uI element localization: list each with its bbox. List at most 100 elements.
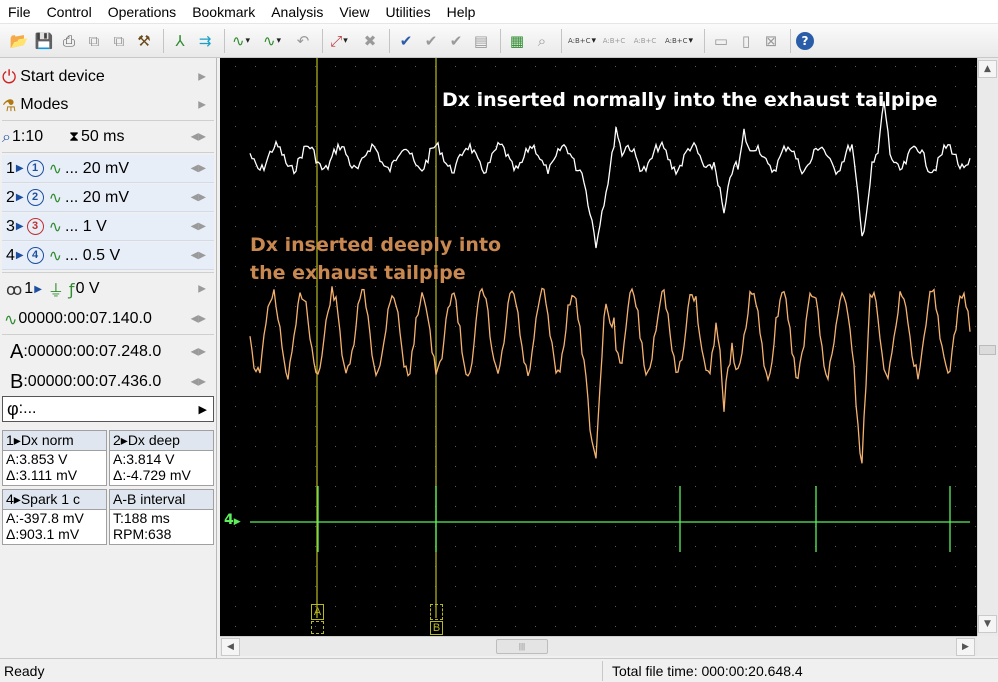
oscilloscope-display[interactable]: Dx inserted normally into the exhaust ta… — [220, 58, 977, 636]
open-icon[interactable]: 📂 — [8, 30, 30, 52]
menu-control[interactable]: Control — [39, 0, 100, 24]
toolbar-separator — [704, 28, 705, 53]
status-bar: Ready Total file time: 000:00:20.648.4 — [0, 658, 998, 682]
sensitivity-adjust-icon[interactable]: ◀▶ — [191, 250, 206, 261]
check2-icon[interactable]: ✔ — [420, 30, 442, 52]
measure-box-3[interactable]: 4▸Spark 1 c A:-397.8 mV Δ:903.1 mV — [2, 489, 107, 545]
trigger-row[interactable]: ꝏ 1 ▶ ⏚ ƒ 0 V ▶ — [2, 276, 214, 302]
help-icon[interactable]: ? — [796, 31, 814, 50]
scroll-right-button[interactable]: ▶ — [956, 638, 975, 656]
paste-icon[interactable]: ⧉ — [108, 30, 130, 52]
menu-file[interactable]: File — [0, 0, 39, 24]
sensitivity-adjust-icon[interactable]: ◀▶ — [191, 221, 206, 232]
menu-bar: File Control Operations Bookmark Analysis Vie… — [0, 0, 998, 24]
menu-bookmark[interactable]: Bookmark — [184, 0, 263, 24]
measure-box-2[interactable]: 2▸Dx deep A:3.814 V Δ:-4.729 mV — [109, 430, 214, 486]
menu-operations[interactable]: Operations — [100, 0, 184, 24]
cursor-b-handle-top — [430, 604, 443, 620]
marker-icon[interactable]: ⇉ — [194, 30, 216, 52]
cursor-b-handle[interactable]: B — [430, 621, 443, 635]
measure-value: RPM:638 — [113, 526, 172, 542]
cursor-icon[interactable]: ⅄ — [169, 30, 191, 52]
menu-help[interactable]: Help — [439, 0, 484, 24]
menu-view[interactable]: View — [331, 0, 377, 24]
measure-box-1[interactable]: 1▸Dx norm A:3.853 V Δ:3.111 mV — [2, 430, 107, 486]
tool-icon[interactable]: ⚒ — [133, 30, 155, 52]
toolbar-separator — [389, 28, 390, 53]
sensitivity-adjust-icon[interactable]: ◀▶ — [191, 192, 206, 203]
status-ready: Ready — [4, 663, 45, 679]
timebase-value[interactable]: 50 ms — [81, 128, 125, 146]
scroll-left-button[interactable]: ◀ — [221, 638, 240, 656]
adjust-icon[interactable]: ◀▶ — [191, 314, 206, 325]
channel-1-trace — [249, 101, 971, 249]
adjust-icon[interactable]: ◀▶ — [191, 132, 206, 143]
cursor-a-handle[interactable]: A — [311, 604, 324, 620]
sensitivity-adjust-icon[interactable]: ◀▶ — [191, 163, 206, 174]
channel-disabled-icon: 3 — [26, 218, 44, 235]
expand-icon[interactable]: ▶ — [199, 403, 207, 416]
adjust-icon[interactable]: ◀▶ — [191, 377, 206, 388]
channel-2-trace — [249, 286, 971, 464]
cursor-a-row[interactable]: A :00000:00:07.248.0 ◀▶ — [2, 338, 214, 366]
print-icon[interactable]: ⎙ — [58, 30, 80, 52]
channel-wave-icon[interactable]: ∿ — [230, 30, 252, 52]
channel-4-row[interactable]: 4 ▶ 4 ∿ ... 0.5 V ◀▶ — [2, 242, 214, 270]
abc-run-icon[interactable]: A:B+C — [662, 30, 696, 52]
annotation-deep-line1: Dx inserted deeply into — [250, 234, 502, 256]
abc2-icon[interactable]: A:B+C — [600, 30, 628, 52]
check3-icon[interactable]: ✔ — [445, 30, 467, 52]
channel-4-trace — [250, 486, 970, 552]
zoom-icon[interactable]: ⤢ — [328, 30, 350, 52]
channel-1-row[interactable]: 1 ▶ 1 ∿ ... 20 mV ◀▶ — [2, 155, 214, 183]
delete-icon[interactable]: ✖ — [359, 30, 381, 52]
timebase-icon: ⧗ — [69, 129, 79, 145]
measure-icon[interactable]: ∿ — [261, 30, 283, 52]
channel-2-value: ... 20 mV — [65, 188, 130, 206]
cursor-b-value: :00000:00:07.436.0 — [23, 373, 162, 390]
channel-4-marker[interactable]: 4▶ — [224, 512, 241, 528]
monitor-icon[interactable]: ▭ — [710, 30, 732, 52]
page-icon[interactable]: ▤ — [470, 30, 492, 52]
scroll-corner — [977, 636, 998, 656]
search-icon[interactable]: ⌕ — [531, 30, 553, 52]
check-icon[interactable]: ✔ — [395, 30, 417, 52]
waveform-icon: ∿ — [48, 217, 63, 236]
undo-icon[interactable]: ↶ — [292, 30, 314, 52]
cursor-a-value: :00000:00:07.248.0 — [23, 343, 162, 360]
abc-icon[interactable]: A:B+C — [567, 30, 597, 52]
copy-icon[interactable]: ⧉ — [83, 30, 105, 52]
measure-value: Δ:3.111 mV — [6, 467, 78, 483]
annotation-normal: Dx inserted normally into the exhaust ta… — [442, 89, 938, 111]
scroll-up-button[interactable]: ▲ — [978, 60, 997, 78]
zoom-value[interactable]: 1:10 — [12, 128, 43, 146]
scroll-thumb[interactable] — [979, 345, 996, 355]
phase-row[interactable]: φ :... ▶ — [2, 396, 214, 422]
scroll-thumb[interactable]: ||| — [496, 639, 548, 654]
vertical-scrollbar[interactable]: ▲ ▼ — [977, 58, 998, 636]
scroll-down-button[interactable]: ▼ — [978, 615, 997, 633]
adjust-icon[interactable]: ◀▶ — [191, 347, 206, 358]
measure-title: 2▸Dx deep — [110, 431, 213, 451]
abc3-icon[interactable]: A:B+C — [631, 30, 659, 52]
grid-icon[interactable]: ▦ — [506, 30, 528, 52]
measure-value: A:3.814 V — [113, 451, 175, 467]
save-icon[interactable]: 💾 — [33, 30, 55, 52]
magnifier-icon: ⌕ — [2, 127, 11, 146]
menu-analysis[interactable]: Analysis — [263, 0, 331, 24]
doc-icon[interactable]: ▯ — [735, 30, 757, 52]
channel-circle-icon: 2 — [26, 189, 44, 206]
horizontal-scrollbar[interactable]: ◀ ||| ▶ — [220, 636, 977, 656]
channel-2-row[interactable]: 2 ▶ 2 ∿ ... 20 mV ◀▶ — [2, 184, 214, 212]
waveform-time-icon: ∿ — [4, 309, 18, 329]
measure-box-4[interactable]: A-B interval T:188 ms RPM:638 — [109, 489, 214, 545]
trigger-time-row[interactable]: ∿ 00000:00:07.140.0 ◀▶ — [2, 306, 214, 332]
cross-icon[interactable]: ⊠ — [760, 30, 782, 52]
channel-3-row[interactable]: 3 ▶ 3 ∿ ... 1 V ◀▶ — [2, 213, 214, 241]
cursor-b-row[interactable]: B :00000:00:07.436.0 ◀▶ — [2, 368, 214, 396]
modes-button[interactable]: ⚗ Modes ▶ — [2, 92, 214, 118]
menu-utilities[interactable]: Utilities — [377, 0, 438, 24]
start-device-label: Start device — [20, 68, 105, 85]
start-device-button[interactable]: ⏻ Start device ▶ — [2, 64, 214, 90]
trigger-time-value: 00000:00:07.140.0 — [18, 310, 152, 327]
